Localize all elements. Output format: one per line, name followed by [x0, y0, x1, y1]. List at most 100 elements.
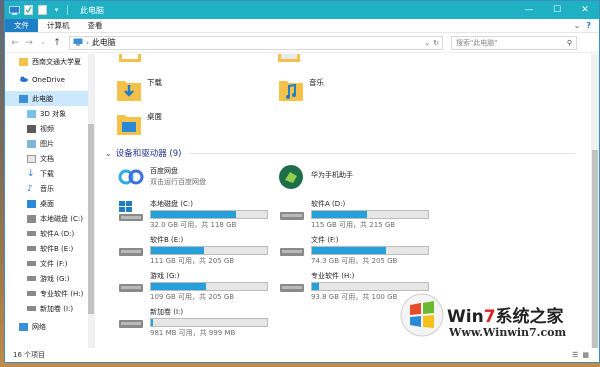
folder-music[interactable]: 音乐 [279, 77, 324, 103]
properties-quick-icon[interactable] [23, 5, 34, 15]
tab-file[interactable]: 文件 [5, 19, 38, 32]
this-pc-app-icon [9, 5, 20, 15]
tab-view[interactable]: 查看 [79, 19, 112, 32]
folder-downloads[interactable]: 下载 [117, 77, 162, 103]
sidebar-item-desktop[interactable]: 桌面 [5, 196, 94, 211]
sidebar-scroll-thumb[interactable] [88, 124, 94, 314]
usage-fill [151, 211, 236, 218]
file-explorer-window: ▾ 此电脑 — ☐ ✕ 文件 计算机 查看 ⌄ ? ← → ⌄ ↑ › 此电脑 [4, 0, 600, 363]
folder-label: 音乐 [309, 78, 324, 87]
usage-bar [150, 246, 268, 255]
drive-name: 专业软件 (H:) [311, 272, 355, 280]
drive-capacity: 32.0 GB 可用，共 118 GB [150, 221, 237, 229]
folder-desktop[interactable]: 桌面 [117, 111, 162, 137]
address-field[interactable]: › 此电脑 ⌄ ↻ [69, 35, 443, 50]
drive-i[interactable]: 新加卷 (I:) 981 MB 可用，共 999 MB [117, 307, 268, 338]
drive-icon [278, 271, 306, 295]
watermark-rest: 系统之家 [495, 307, 564, 327]
sidebar-item-videos[interactable]: 视频 [5, 121, 94, 136]
tab-computer[interactable]: 计算机 [38, 19, 79, 32]
drive-e[interactable]: 软件B (E:) 111 GB 可用，共 205 GB [117, 235, 268, 266]
navigation-pane: 西南交通大学夏 OneDrive 此电脑 3D 对象 视频 图片 文档 ↓ 下载… [5, 54, 95, 348]
sidebar-item-pictures[interactable]: 图片 [5, 136, 94, 151]
close-button[interactable]: ✕ [571, 1, 599, 19]
sidebar-item-label: 本地磁盘 (C:) [40, 214, 83, 223]
folder-partial-right[interactable] [278, 54, 300, 62]
download-icon: ↓ [27, 168, 35, 179]
usage-bar [150, 318, 268, 327]
picture-icon [27, 139, 36, 148]
drive-capacity: 111 GB 可用，共 205 GB [150, 257, 235, 265]
sidebar-item-drive-c[interactable]: 本地磁盘 (C:) [5, 211, 94, 226]
search-input[interactable]: 搜索"此电脑" ⚲ [451, 35, 577, 50]
folder-icon [19, 57, 28, 66]
sidebar-item-label: 西南交通大学夏 [32, 57, 81, 66]
new-folder-quick-icon[interactable] [37, 5, 48, 15]
folder-partial-left[interactable] [119, 54, 141, 62]
drive-d[interactable]: 软件A (D:) 115 GB 可用，共 215 GB [278, 199, 429, 230]
drive-icon [278, 235, 306, 259]
drive-f[interactable]: 文件 (F:) 74.3 GB 可用，共 205 GB [278, 235, 429, 266]
sidebar-item-onedrive[interactable]: OneDrive [5, 72, 94, 87]
sidebar-item-drive-f[interactable]: 文件 (F:) [5, 256, 94, 271]
address-dropdown-icon[interactable]: ⌄ [424, 39, 430, 47]
ribbon-tabs: 文件 计算机 查看 ⌄ ? [5, 19, 599, 33]
baidu-netdisk-icon [117, 166, 145, 190]
sidebar-item-3d-objects[interactable]: 3D 对象 [5, 106, 94, 121]
this-pc-address-icon [73, 38, 83, 48]
sidebar-item-drive-g[interactable]: 游戏 (G:) [5, 271, 94, 286]
recent-locations-icon[interactable]: ⌄ [37, 39, 49, 46]
sidebar-item-label: 3D 对象 [40, 109, 67, 118]
app-name: 百度网盘 [150, 167, 178, 175]
usage-fill [312, 247, 387, 254]
devices-group-header[interactable]: ⌄ 设备和驱动器 (9) [105, 147, 575, 159]
folder-label: 桌面 [147, 112, 162, 121]
breadcrumb-separator-icon: › [86, 38, 89, 47]
titlebar-divider [67, 5, 68, 15]
windows-system-drive-icon [117, 199, 145, 223]
expand-ribbon-icon[interactable]: ⌄ [574, 21, 581, 30]
huawei-hisuite-icon [278, 164, 306, 189]
forward-arrow-icon[interactable]: → [23, 38, 35, 48]
tiles-view-icon[interactable]: ▦ [582, 351, 589, 359]
sidebar-item-folder[interactable]: 西南交通大学夏 [5, 54, 94, 69]
search-icon[interactable]: ⚲ [567, 39, 572, 47]
sidebar-item-drive-i[interactable]: 新加卷 (I:) [5, 301, 94, 316]
sidebar-scrollbar[interactable] [88, 54, 94, 348]
sidebar-item-music[interactable]: ♪ 音乐 [5, 181, 94, 196]
drive-c[interactable]: 本地磁盘 (C:) 32.0 GB 可用，共 118 GB [117, 199, 268, 230]
breadcrumb-this-pc[interactable]: 此电脑 [92, 37, 116, 48]
music-folder-icon [279, 81, 303, 101]
drive-icon [117, 271, 145, 295]
drive-g[interactable]: 游戏 (G:) 109 GB 可用，共 205 GB [117, 271, 268, 302]
sidebar-item-downloads[interactable]: ↓ 下载 [5, 166, 94, 181]
computer-icon [19, 94, 28, 103]
maximize-button[interactable]: ☐ [543, 1, 571, 19]
details-view-icon[interactable]: ☰ [572, 351, 578, 359]
folder-icon [119, 54, 141, 62]
title-bar[interactable]: ▾ 此电脑 — ☐ ✕ [5, 1, 599, 19]
sidebar-item-label: OneDrive [32, 75, 65, 84]
sidebar-item-label: 图片 [40, 139, 54, 148]
sidebar-item-this-pc[interactable]: 此电脑 [5, 91, 94, 106]
help-icon[interactable]: ? [586, 21, 591, 30]
sidebar-item-drive-h[interactable]: 专业软件 (H:) [5, 286, 94, 301]
collapse-chevron-icon[interactable]: ⌄ [105, 149, 112, 158]
minimize-button[interactable]: — [515, 1, 543, 19]
app-baidu-netdisk[interactable]: 百度网盘 双击运行百度网盘 [117, 166, 206, 190]
customize-toolbar-icon[interactable]: ▾ [51, 5, 62, 15]
refresh-icon[interactable]: ↻ [433, 39, 439, 47]
watermark-url: Www.Winwin7.com [449, 326, 567, 339]
drive-icon [278, 199, 306, 223]
app-huawei-hisuite[interactable]: 华为手机助手 [278, 164, 353, 189]
drive-name: 游戏 (G:) [150, 272, 180, 280]
up-arrow-icon[interactable]: ↑ [51, 38, 63, 48]
sidebar-item-drive-e[interactable]: 软件B (E:) [5, 241, 94, 256]
sidebar-item-drive-d[interactable]: 软件A (D:) [5, 226, 94, 241]
back-arrow-icon[interactable]: ← [9, 38, 21, 48]
sidebar-item-label: 桌面 [40, 199, 54, 208]
sidebar-item-network[interactable]: 网络 [5, 319, 94, 334]
drive-capacity: 109 GB 可用，共 205 GB [150, 293, 235, 301]
sidebar-item-label: 新加卷 (I:) [40, 304, 74, 313]
sidebar-item-documents[interactable]: 文档 [5, 151, 94, 166]
